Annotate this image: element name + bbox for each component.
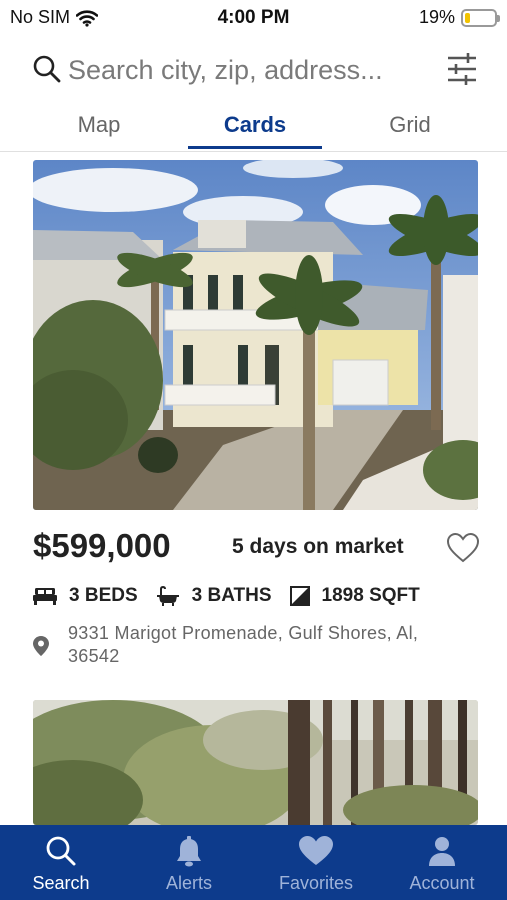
view-tabs: Map Cards Grid — [0, 100, 507, 152]
active-tab-indicator — [188, 146, 322, 149]
battery-percent: 19% — [418, 7, 455, 27]
search-icon — [46, 836, 76, 866]
status-right: 19% — [418, 7, 500, 28]
tab-map[interactable]: Map — [59, 112, 139, 138]
nav-favorites[interactable]: Favorites — [256, 825, 376, 900]
nav-alerts[interactable]: Alerts — [129, 825, 249, 900]
baths-label: 3 BATHS — [191, 585, 272, 606]
favorite-heart-icon[interactable] — [446, 532, 480, 564]
heart-icon — [299, 836, 333, 865]
sqft-label: 1898 SQFT — [321, 585, 420, 606]
listing-photo[interactable] — [33, 700, 478, 825]
days-on-market: 5 days on market — [232, 535, 404, 558]
beds-spec: 3 BEDS — [33, 585, 138, 607]
house-photo-illustration — [33, 160, 478, 510]
tab-cards[interactable]: Cards — [195, 112, 315, 138]
person-icon — [429, 837, 455, 866]
search-icon — [33, 55, 61, 83]
search-input[interactable] — [68, 50, 438, 90]
status-bar: No SIM 4:00 PM 19% — [0, 0, 507, 36]
tab-grid[interactable]: Grid — [370, 112, 450, 138]
square-footage-icon — [289, 586, 310, 606]
nav-search[interactable]: Search — [1, 825, 121, 900]
nav-account-label: Account — [409, 873, 475, 893]
battery-fill — [465, 12, 471, 23]
location-pin-icon — [33, 636, 49, 656]
nav-alerts-label: Alerts — [165, 873, 212, 893]
nav-search-label: Search — [32, 873, 90, 893]
beds-label: 3 BEDS — [69, 585, 138, 606]
battery-icon — [461, 8, 500, 27]
listing-price: $599,000 — [33, 527, 171, 564]
listing-address: 9331 Marigot Promenade, Gulf Shores, Al,… — [68, 623, 419, 666]
woods-photo-illustration — [33, 700, 478, 825]
baths-spec: 3 BATHS — [156, 585, 272, 607]
bathtub-icon — [156, 586, 179, 606]
nav-account[interactable]: Account — [382, 825, 502, 900]
listing-specs: 3 BEDS 3 BATHS 1898 SQFT — [33, 583, 438, 609]
bell-icon — [177, 836, 201, 867]
sqft-spec: 1898 SQFT — [289, 585, 420, 607]
listing-photo[interactable] — [33, 160, 478, 510]
nav-favorites-label: Favorites — [278, 873, 354, 893]
search-bar — [0, 44, 507, 96]
sliders-icon[interactable] — [446, 52, 478, 86]
bottom-tab-bar: Search Alerts Favorites Account — [0, 825, 507, 900]
bed-icon — [33, 588, 57, 605]
